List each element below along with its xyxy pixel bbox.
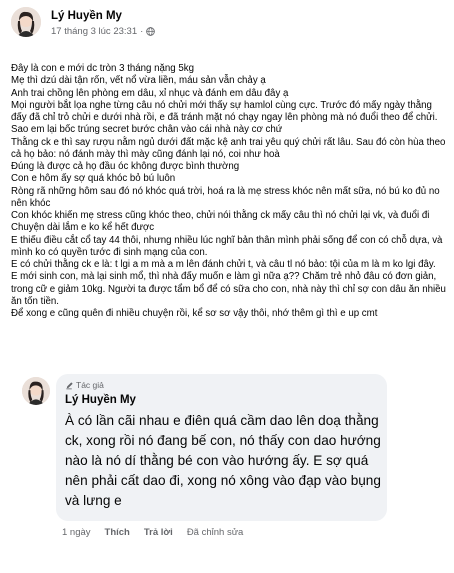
- comment-time[interactable]: 1 ngày: [62, 527, 91, 538]
- edited-label[interactable]: Đã chỉnh sửa: [187, 527, 244, 538]
- post-author-name[interactable]: Lý Huyền My: [51, 10, 122, 22]
- post-line: Mẹ thì dzú dài tận rốn, vết nổ vừa liền,…: [11, 75, 266, 87]
- author-badge: Tác giả: [65, 380, 104, 390]
- post-line: Để xong e cũng quên đi nhiều chuyện rồi,…: [11, 308, 378, 319]
- post-line: E mới sinh con, mà lại sinh mổ, thì nhà …: [11, 271, 446, 307]
- post-line: Đúng là được cả họ đầu óc không được bìn…: [11, 161, 240, 172]
- post-line: Sao em lại bốc trúng secret bước chân và…: [11, 124, 283, 136]
- post-line: Đây là con e mới dc tròn 3 tháng nặng 5k…: [11, 63, 194, 74]
- globe-icon[interactable]: [146, 27, 156, 36]
- comment-text: À có lần cãi nhau e điên quá cầm dao lên…: [65, 413, 381, 508]
- comment-actions: 1 ngày Thích Trả lời Đã chỉnh sửa: [62, 527, 243, 538]
- like-button[interactable]: Thích: [105, 527, 130, 538]
- pen-icon: [66, 381, 73, 389]
- post-timestamp[interactable]: 17 tháng 3 lúc 23:31: [51, 26, 137, 37]
- post-body: Đây là con e mới dc tròn 3 tháng nặng 5k…: [11, 63, 447, 320]
- post-line: Con e hôm ấy sợ quá khóc bỏ bú luôn: [11, 173, 176, 185]
- post-line: Ròng rã những hôm sau đó nó khóc quá trờ…: [11, 185, 440, 209]
- post-line: Anh trai chồng lên phòng em dâu, xỉ nhục…: [11, 87, 289, 99]
- post-line: E có chửi thằng ck e là: t lgi a m mà a …: [11, 259, 436, 270]
- comment-author-name[interactable]: Lý Huyền My: [65, 394, 136, 406]
- post-line: Con khóc khiến mẹ stress cũng khóc theo,…: [11, 210, 430, 234]
- author-badge-label: Tác giả: [76, 380, 104, 390]
- avatar-image: [22, 377, 50, 405]
- avatar[interactable]: [11, 7, 41, 37]
- comment-avatar[interactable]: [22, 377, 50, 405]
- avatar-image: [11, 7, 41, 37]
- post-header: Lý Huyền My 17 tháng 3 lúc 23:31 ·: [11, 7, 451, 43]
- post-meta: 17 tháng 3 lúc 23:31 ·: [51, 26, 156, 37]
- post-line: E thiếu điều cắt cổ tay 44 thôi, nhưng n…: [11, 234, 443, 258]
- meta-separator: ·: [140, 26, 144, 37]
- post-line: Thằng ck e thì say rượu nằm ngủ dưới đất…: [11, 136, 446, 160]
- comment-bubble: Tác giả Lý Huyền My À có lần cãi nhau e …: [56, 374, 387, 521]
- reply-button[interactable]: Trả lời: [144, 527, 173, 538]
- post-line: Mọi người bắt lọa nghe từng câu nó chửi …: [11, 99, 438, 123]
